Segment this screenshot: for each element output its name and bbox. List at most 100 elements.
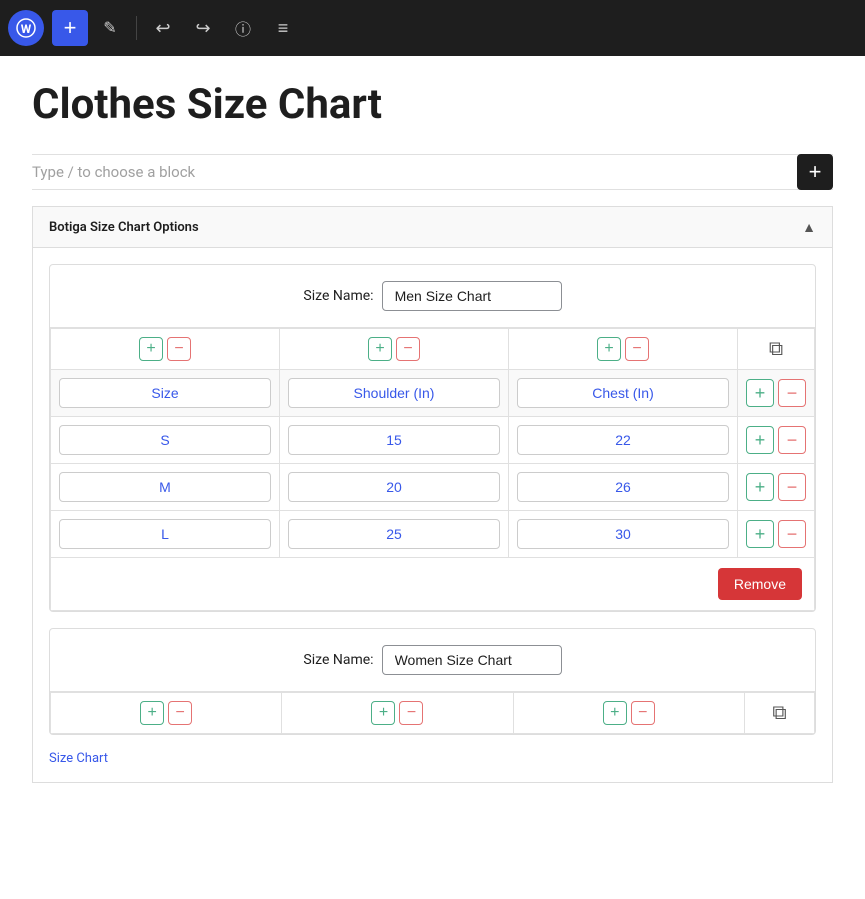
col-ctrl-cell-0-1: + − <box>280 329 509 370</box>
col-add-btn-1-1[interactable]: + <box>371 701 395 725</box>
row-add-btn-0-2[interactable]: + <box>746 520 774 548</box>
row-action-cell-0-2: + − <box>738 511 815 558</box>
info-button[interactable]: ⓘ <box>225 10 261 46</box>
chart-card-0: Size Name: + − + <box>49 264 816 612</box>
data-input-0-2-1[interactable] <box>288 519 500 549</box>
size-chart-link[interactable]: Size Chart <box>49 751 816 766</box>
data-input-0-2-0[interactable] <box>59 519 271 549</box>
size-name-input-1[interactable] <box>382 645 562 675</box>
size-name-input-0[interactable] <box>382 281 562 311</box>
col-add-btn-1-2[interactable]: + <box>603 701 627 725</box>
header-input-0-0[interactable] <box>59 378 271 408</box>
data-cell-0-1-1 <box>280 464 509 511</box>
header-cell-0-1 <box>280 370 509 417</box>
data-input-0-0-0[interactable] <box>59 425 271 455</box>
col-remove-btn-0-2[interactable]: − <box>625 337 649 361</box>
row-add-btn-0-1[interactable]: + <box>746 473 774 501</box>
data-cell-0-2-0 <box>51 511 280 558</box>
col-controls-row-0: + − + − + <box>51 329 815 370</box>
header-input-0-1[interactable] <box>288 378 500 408</box>
data-cell-0-1-0 <box>51 464 280 511</box>
redo-button[interactable]: ↪ <box>185 10 221 46</box>
col-ctrl-copy-cell: ⧉ <box>738 329 815 370</box>
remove-cell-0: Remove <box>51 558 815 611</box>
page-title: Clothes Size Chart <box>32 80 833 130</box>
collapse-button[interactable]: ▲ <box>802 219 816 235</box>
remove-chart-button-0[interactable]: Remove <box>718 568 802 600</box>
col-ctrl-cell-0-0: + − <box>51 329 280 370</box>
data-input-0-2-2[interactable] <box>517 519 729 549</box>
data-input-0-1-2[interactable] <box>517 472 729 502</box>
table-row-0-0: + − <box>51 417 815 464</box>
col-remove-btn-0-0[interactable]: − <box>167 337 191 361</box>
data-cell-0-1-2 <box>509 464 738 511</box>
col-ctrl-1-1: + − <box>290 701 504 725</box>
header-input-0-2[interactable] <box>517 378 729 408</box>
toolbar: W + ✎ ↩ ↪ ⓘ ≡ <box>0 0 865 56</box>
row-action-cell-0-0: + − <box>738 417 815 464</box>
size-name-row-0: Size Name: <box>50 265 815 328</box>
header-cell-0-2 <box>509 370 738 417</box>
table-row-0-2: + − <box>51 511 815 558</box>
row-remove-btn-0-1[interactable]: − <box>778 473 806 501</box>
options-panel-content: Size Name: + − + <box>33 248 832 782</box>
col-add-btn-0-0[interactable]: + <box>139 337 163 361</box>
row-remove-btn-0-2[interactable]: − <box>778 520 806 548</box>
row-remove-btn-0-0[interactable]: − <box>778 426 806 454</box>
col-remove-btn-1-0[interactable]: − <box>168 701 192 725</box>
col-ctrl-0-2: + − <box>517 337 729 361</box>
col-add-btn-0-1[interactable]: + <box>368 337 392 361</box>
col-ctrl-copy-cell-1: ⧉ <box>745 693 815 734</box>
options-panel: Botiga Size Chart Options ▲ Size Name: + <box>32 206 833 783</box>
copy-chart-button-0[interactable]: ⧉ <box>769 338 783 361</box>
row-remove-btn-header-0[interactable]: − <box>778 379 806 407</box>
data-input-0-0-1[interactable] <box>288 425 500 455</box>
size-name-label-0: Size Name: <box>303 288 373 304</box>
row-action-cell-0-1: + − <box>738 464 815 511</box>
col-ctrl-cell-1-0: + − <box>51 693 282 734</box>
row-add-btn-header-0[interactable]: + <box>746 379 774 407</box>
add-block-inline-button[interactable]: + <box>797 154 833 190</box>
col-remove-btn-1-2[interactable]: − <box>631 701 655 725</box>
col-ctrl-0-1: + − <box>288 337 500 361</box>
col-ctrl-cell-1-2: + − <box>513 693 744 734</box>
options-panel-header: Botiga Size Chart Options ▲ <box>33 207 832 248</box>
wordpress-logo: W <box>8 10 44 46</box>
col-remove-btn-0-1[interactable]: − <box>396 337 420 361</box>
svg-text:W: W <box>21 22 32 36</box>
col-controls-row-1: + − + − + <box>51 693 815 734</box>
col-ctrl-cell-1-1: + − <box>282 693 513 734</box>
col-add-btn-0-2[interactable]: + <box>597 337 621 361</box>
list-view-button[interactable]: ≡ <box>265 10 301 46</box>
add-block-toolbar-button[interactable]: + <box>52 10 88 46</box>
data-cell-0-0-1 <box>280 417 509 464</box>
data-input-0-1-0[interactable] <box>59 472 271 502</box>
table-row-0-1: + − <box>51 464 815 511</box>
data-cell-0-2-2 <box>509 511 738 558</box>
header-cell-0-0 <box>51 370 280 417</box>
chart-table-0: + − + − + <box>50 328 815 611</box>
block-placeholder-area: Type / to choose a block + <box>32 154 833 190</box>
col-remove-btn-1-1[interactable]: − <box>399 701 423 725</box>
undo-button[interactable]: ↩ <box>145 10 181 46</box>
col-ctrl-1-2: + − <box>522 701 736 725</box>
header-action-cell-0: + − <box>738 370 815 417</box>
col-ctrl-cell-0-2: + − <box>509 329 738 370</box>
data-input-0-0-2[interactable] <box>517 425 729 455</box>
col-ctrl-1-0: + − <box>59 701 273 725</box>
col-ctrl-0-0: + − <box>59 337 271 361</box>
toolbar-divider <box>136 16 137 40</box>
data-cell-0-0-0 <box>51 417 280 464</box>
col-add-btn-1-0[interactable]: + <box>140 701 164 725</box>
chart-table-1: + − + − + <box>50 692 815 734</box>
row-add-btn-0-0[interactable]: + <box>746 426 774 454</box>
chart-card-1: Size Name: + − + <box>49 628 816 735</box>
size-name-row-1: Size Name: <box>50 629 815 692</box>
copy-chart-button-1[interactable]: ⧉ <box>772 702 786 725</box>
data-cell-0-2-1 <box>280 511 509 558</box>
remove-row-0: Remove <box>51 558 815 611</box>
edit-button[interactable]: ✎ <box>92 10 128 46</box>
main-content: Clothes Size Chart Type / to choose a bl… <box>0 56 865 899</box>
block-placeholder-text: Type / to choose a block <box>32 163 195 181</box>
data-input-0-1-1[interactable] <box>288 472 500 502</box>
